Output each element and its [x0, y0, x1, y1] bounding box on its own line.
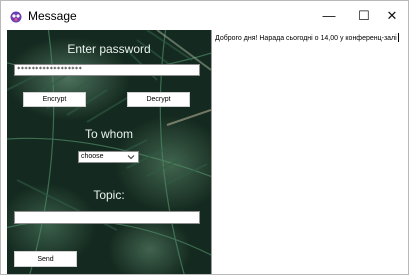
encrypt-button[interactable]: Encrypt — [23, 92, 86, 107]
chevron-down-icon — [127, 155, 135, 160]
recipient-select[interactable]: choose — [78, 151, 139, 163]
message-textarea[interactable]: Доброго дня! Нарада сьогодні о 14,00 у к… — [212, 30, 407, 274]
window-title: Message — [28, 9, 77, 23]
text-caret — [397, 33, 399, 42]
compose-panel: Enter password ****************** Encryp… — [7, 30, 211, 274]
message-window: Message — ☐ ✕ Enter password ***********… — [0, 0, 409, 275]
recipient-label: To whom — [84, 127, 134, 141]
decrypt-button[interactable]: Decrypt — [127, 92, 190, 107]
password-label: Enter password — [67, 42, 151, 56]
app-icon — [10, 11, 22, 23]
message-text: Доброго дня! Нарада сьогодні о 14,00 у к… — [215, 33, 399, 42]
title-bar[interactable]: Message — ☐ ✕ — [1, 1, 408, 30]
send-button[interactable]: Send — [14, 251, 77, 267]
password-field[interactable]: ****************** — [14, 64, 200, 76]
minimize-button[interactable]: — — [312, 1, 346, 30]
recipient-selected-value: choose — [81, 153, 104, 160]
message-content: Доброго дня! Нарада сьогодні о 14,00 у к… — [215, 35, 397, 42]
topic-label: Topic: — [93, 188, 125, 202]
close-button[interactable]: ✕ — [375, 1, 409, 30]
topic-field[interactable] — [14, 211, 200, 224]
